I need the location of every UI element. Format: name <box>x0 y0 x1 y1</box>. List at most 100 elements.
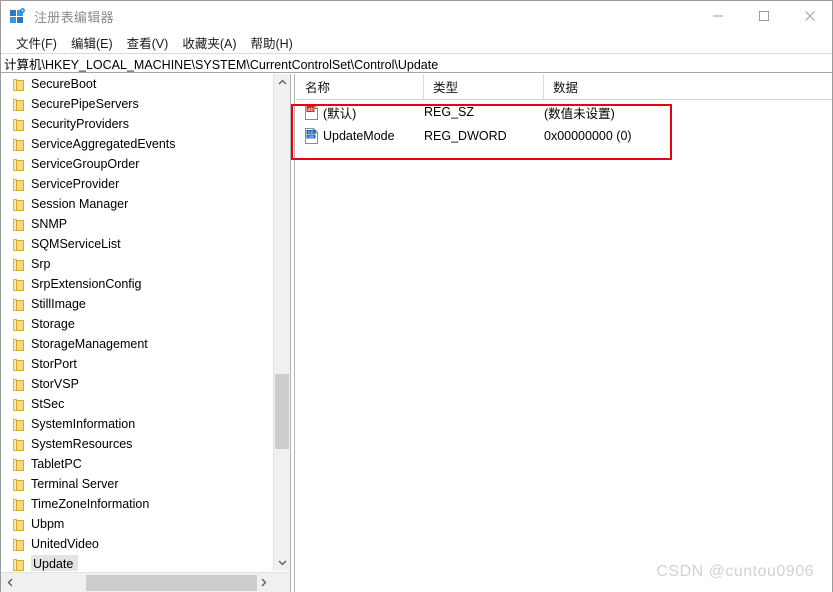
folder-icon <box>13 378 25 391</box>
tree-item-label: Update <box>31 555 79 571</box>
tree-item[interactable]: ServiceAggregatedEvents <box>1 134 273 154</box>
menu-bar: 文件(F) 编辑(E) 查看(V) 收藏夹(A) 帮助(H) <box>1 31 832 53</box>
tree-item[interactable]: TimeZoneInformation <box>1 494 273 514</box>
column-header-type[interactable]: 类型 <box>424 74 544 99</box>
close-button[interactable] <box>787 1 833 31</box>
value-name: (默认) <box>323 106 357 121</box>
pane-splitter[interactable] <box>290 74 295 592</box>
registry-editor-icon <box>9 8 26 25</box>
tree-item[interactable]: Session Manager <box>1 194 273 214</box>
tree-item[interactable]: SrpExtensionConfig <box>1 274 273 294</box>
registry-value-pane: 名称 类型 数据 ab (默认) REG_SZ (数值未设置) 011 100 Update… <box>296 74 832 592</box>
value-row[interactable]: ab (默认) REG_SZ (数值未设置) <box>296 100 832 124</box>
column-header-data[interactable]: 数据 <box>544 74 832 99</box>
tree-item[interactable]: ServiceGroupOrder <box>1 154 273 174</box>
folder-icon <box>13 118 25 131</box>
dword-value-icon: 011 100 <box>304 128 319 144</box>
scroll-up-arrow-icon[interactable] <box>274 74 290 91</box>
tree-item[interactable]: SecurityProviders <box>1 114 273 134</box>
tree-horizontal-scrollbar[interactable] <box>1 572 290 592</box>
menu-item-help[interactable]: 帮助(H) <box>243 32 299 52</box>
folder-icon <box>13 158 25 171</box>
menu-item-favorites[interactable]: 收藏夹(A) <box>175 32 243 52</box>
tree-item-label: SecurePipeServers <box>31 97 139 111</box>
folder-icon <box>13 438 25 451</box>
tree-item[interactable]: Ubpm <box>1 514 273 534</box>
scroll-right-arrow-icon[interactable] <box>255 574 272 591</box>
tree-item-label: SecureBoot <box>31 77 97 91</box>
tree-item-label: SrpExtensionConfig <box>31 277 142 291</box>
tree-item-label: UnitedVideo <box>31 537 99 551</box>
tree-item-label: StorPort <box>31 357 77 371</box>
tree-item[interactable]: ServiceProvider <box>1 174 273 194</box>
menu-item-file[interactable]: 文件(F) <box>9 32 64 52</box>
tree-item[interactable]: StorageManagement <box>1 334 273 354</box>
tree-item[interactable]: Storage <box>1 314 273 334</box>
maximize-button[interactable] <box>741 1 787 31</box>
folder-icon <box>13 138 25 151</box>
tree-item[interactable]: SecureBoot <box>1 74 273 94</box>
folder-icon <box>13 458 25 471</box>
value-data: (数值未设置) <box>544 106 615 121</box>
tree-item-label: StSec <box>31 397 65 411</box>
folder-icon <box>13 558 25 571</box>
folder-icon <box>13 238 25 251</box>
tree-item[interactable]: SystemResources <box>1 434 273 454</box>
tree-item-label: StorVSP <box>31 377 79 391</box>
folder-icon <box>13 398 25 411</box>
tree-item[interactable]: SQMServiceList <box>1 234 273 254</box>
minimize-button[interactable] <box>695 1 741 31</box>
tree-item[interactable]: StSec <box>1 394 273 414</box>
value-type: REG_SZ <box>424 105 475 119</box>
editor-body: SecureBoot SecurePipeServers SecurityProvi… <box>1 74 832 592</box>
tree-item[interactable]: Srp <box>1 254 273 274</box>
folder-icon <box>13 338 25 351</box>
tree-item[interactable]: StorVSP <box>1 374 273 394</box>
registry-editor-window: 注册表编辑器 文件(F) 编辑(E) 查看(V) 收藏夹(A) 帮助(H) 计算… <box>0 0 833 592</box>
tree-item-label: ServiceAggregatedEvents <box>31 137 176 151</box>
tree-item[interactable]: Update <box>1 554 273 571</box>
scroll-down-arrow-icon[interactable] <box>274 554 290 571</box>
scroll-left-arrow-icon[interactable] <box>2 574 19 591</box>
value-data: 0x00000000 (0) <box>544 129 632 143</box>
tree-vertical-scroll-thumb[interactable] <box>275 374 289 449</box>
menu-item-edit[interactable]: 编辑(E) <box>64 32 120 52</box>
svg-text:ab: ab <box>307 107 313 113</box>
folder-icon <box>13 258 25 271</box>
value-row[interactable]: 011 100 UpdateMode REG_DWORD 0x00000000 (0) <box>296 124 832 148</box>
value-name: UpdateMode <box>323 129 395 143</box>
tree-item-label: Srp <box>31 257 51 271</box>
tree-item[interactable]: TabletPC <box>1 454 273 474</box>
window-title: 注册表编辑器 <box>34 10 114 25</box>
svg-text:011: 011 <box>308 131 314 135</box>
tree-item-label: SystemInformation <box>31 417 136 431</box>
folder-icon <box>13 78 25 91</box>
tree-item[interactable]: SNMP <box>1 214 273 234</box>
folder-icon <box>13 478 25 491</box>
tree-item[interactable]: SecurePipeServers <box>1 94 273 114</box>
watermark-text: CSDN @cuntou0906 <box>656 563 814 580</box>
tree-item-label: SQMServiceList <box>31 237 121 251</box>
value-type: REG_DWORD <box>424 129 507 143</box>
menu-item-view[interactable]: 查看(V) <box>120 32 176 52</box>
tree-item[interactable]: Terminal Server <box>1 474 273 494</box>
folder-icon <box>13 198 25 211</box>
tree-item[interactable]: StorPort <box>1 354 273 374</box>
value-list[interactable]: ab (默认) REG_SZ (数值未设置) 011 100 UpdateMode REG_D… <box>296 100 832 148</box>
folder-icon <box>13 278 25 291</box>
string-value-icon: ab <box>304 104 319 120</box>
registry-tree[interactable]: SecureBoot SecurePipeServers SecurityProvi… <box>1 74 273 571</box>
folder-icon <box>13 358 25 371</box>
tree-horizontal-scroll-thumb[interactable] <box>86 575 257 591</box>
svg-text:100: 100 <box>308 135 314 139</box>
tree-item[interactable]: StillImage <box>1 294 273 314</box>
tree-vertical-scrollbar[interactable] <box>273 74 290 571</box>
tree-item-label: StorageManagement <box>31 337 148 351</box>
tree-item-label: ServiceProvider <box>31 177 120 191</box>
tree-item-label: Terminal Server <box>31 477 119 491</box>
folder-icon <box>13 218 25 231</box>
column-header-name[interactable]: 名称 <box>296 74 424 99</box>
tree-item[interactable]: UnitedVideo <box>1 534 273 554</box>
tree-item[interactable]: SystemInformation <box>1 414 273 434</box>
address-bar[interactable]: 计算机\HKEY_LOCAL_MACHINE\SYSTEM\CurrentCon… <box>1 53 832 73</box>
